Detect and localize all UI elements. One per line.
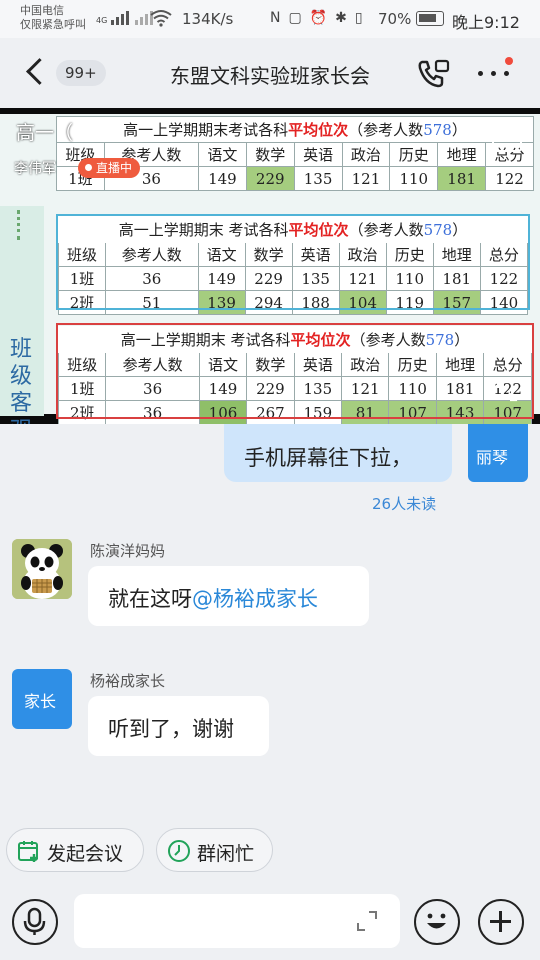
score-table-1: 高一上学期期末考试各科平均位次（参考人数578） 班级 参考人数 语文 数学 英语 政治历… bbox=[56, 116, 534, 191]
group-busy-button[interactable]: 群闲忙 bbox=[156, 828, 273, 872]
vibration-icon: ▯ bbox=[354, 10, 363, 26]
message-bubble[interactable]: 就在这呀@杨裕成家长 bbox=[88, 566, 369, 626]
my-message-bubble[interactable]: 手机屏幕往下拉， bbox=[224, 424, 452, 482]
table-cell: 110 bbox=[389, 166, 439, 191]
message-text: 听到了，谢谢 bbox=[108, 717, 234, 741]
start-meeting-button[interactable]: 发起会议 bbox=[6, 828, 144, 872]
carrier-name: 中国电信 bbox=[20, 4, 64, 17]
fullscreen-icon[interactable] bbox=[496, 380, 518, 402]
live-stream-panel[interactable]: 班级客观认识 高一上学期期末考试各科平均位次（参考人数578） 班级参考人数语文… bbox=[0, 108, 540, 424]
more-input-button[interactable] bbox=[478, 899, 524, 945]
mention-link[interactable]: @杨裕成家长 bbox=[192, 587, 318, 611]
more-options-button[interactable] bbox=[476, 57, 513, 86]
avatar-text: 丽琴 bbox=[476, 448, 509, 467]
wifi-icon bbox=[150, 10, 172, 27]
read-status[interactable]: 26人未读 bbox=[372, 493, 436, 514]
message-bubble[interactable]: 听到了，谢谢 bbox=[88, 696, 269, 756]
message-text: 就在这呀@杨裕成家长 bbox=[108, 587, 318, 611]
live-comment-icon[interactable] bbox=[492, 126, 522, 152]
vibrate-icon: ▢ bbox=[288, 10, 302, 26]
carrier-emergency: 仅限紧急呼叫 bbox=[20, 18, 86, 31]
slide-side-label: 班级客观认识 bbox=[9, 337, 32, 424]
table-3-frame bbox=[56, 323, 534, 419]
emoji-button[interactable] bbox=[414, 899, 460, 945]
slide-dotted-line bbox=[17, 210, 21, 240]
table-cell: 149 bbox=[197, 166, 247, 191]
chat-header: 99+ 东盟文科实验班家长会 bbox=[0, 38, 540, 108]
battery-icon bbox=[416, 11, 444, 26]
chat-title: 东盟文科实验班家长会 bbox=[170, 64, 370, 88]
chip-label: 发起会议 bbox=[47, 843, 124, 865]
live-presenter: 李伟军 bbox=[14, 161, 56, 177]
avatar[interactable] bbox=[12, 539, 72, 599]
avatar[interactable]: 家长 bbox=[12, 669, 72, 729]
group-call-icon[interactable] bbox=[416, 58, 450, 88]
smiley-icon bbox=[427, 913, 446, 929]
status-icons: N ▢ ⏰ ✱ ▯ bbox=[270, 10, 363, 26]
net-badge: 4G bbox=[96, 16, 108, 25]
chip-label: 群闲忙 bbox=[197, 843, 255, 865]
nfc-icon: N bbox=[270, 10, 281, 26]
table-cell: 229 bbox=[245, 166, 295, 191]
table-cell: 地理 bbox=[437, 142, 487, 167]
table-cell: 历史 bbox=[389, 142, 439, 167]
table-cell: 数学 bbox=[245, 142, 295, 167]
microphone-icon bbox=[23, 907, 46, 935]
sender-name: 陈演洋妈妈 bbox=[90, 542, 166, 560]
table-cell: 政治 bbox=[341, 142, 391, 167]
expand-input-icon[interactable] bbox=[356, 910, 378, 932]
notification-dot bbox=[505, 57, 513, 65]
signal-icon: 4G bbox=[96, 9, 154, 25]
battery-percent: 70% bbox=[378, 10, 412, 28]
slide-side-bar: 班级客观认识 bbox=[0, 206, 44, 424]
table-cell: 英语 bbox=[293, 142, 343, 167]
message-text: 手机屏幕往下拉， bbox=[244, 446, 412, 470]
live-badge: 直播中 bbox=[78, 158, 141, 178]
alarm-icon: ⏰ bbox=[309, 10, 328, 26]
table-2-frame bbox=[56, 214, 530, 310]
message-input[interactable] bbox=[74, 894, 400, 948]
carrier-info: 中国电信 仅限紧急呼叫 bbox=[20, 4, 86, 32]
bluetooth-icon: ✱ bbox=[335, 10, 347, 26]
table-cell: 122 bbox=[485, 166, 534, 191]
voice-input-button[interactable] bbox=[12, 899, 58, 945]
clock-icon bbox=[168, 840, 190, 862]
composer-bar bbox=[0, 884, 540, 960]
panda-avatar-icon bbox=[12, 539, 72, 599]
table-cell: 135 bbox=[293, 166, 343, 191]
calendar-add-icon bbox=[18, 841, 38, 862]
avatar-text: 家长 bbox=[24, 692, 57, 711]
status-bar: 中国电信 仅限紧急呼叫 4G 134K/s N ▢ ⏰ ✱ ▯ 70% 晚上9:… bbox=[0, 0, 540, 38]
sender-name: 杨裕成家长 bbox=[90, 672, 166, 690]
clock: 晚上9:12 bbox=[452, 13, 520, 32]
table-cell: 语文 bbox=[197, 142, 247, 167]
live-title: 高一（ bbox=[16, 122, 74, 144]
table-cell: 121 bbox=[341, 166, 391, 191]
table-cell: 181 bbox=[437, 166, 487, 191]
my-avatar[interactable]: 丽琴 bbox=[468, 424, 528, 482]
net-speed: 134K/s bbox=[182, 10, 234, 28]
table-caption: 高一上学期期末考试各科平均位次（参考人数578） bbox=[56, 116, 534, 143]
